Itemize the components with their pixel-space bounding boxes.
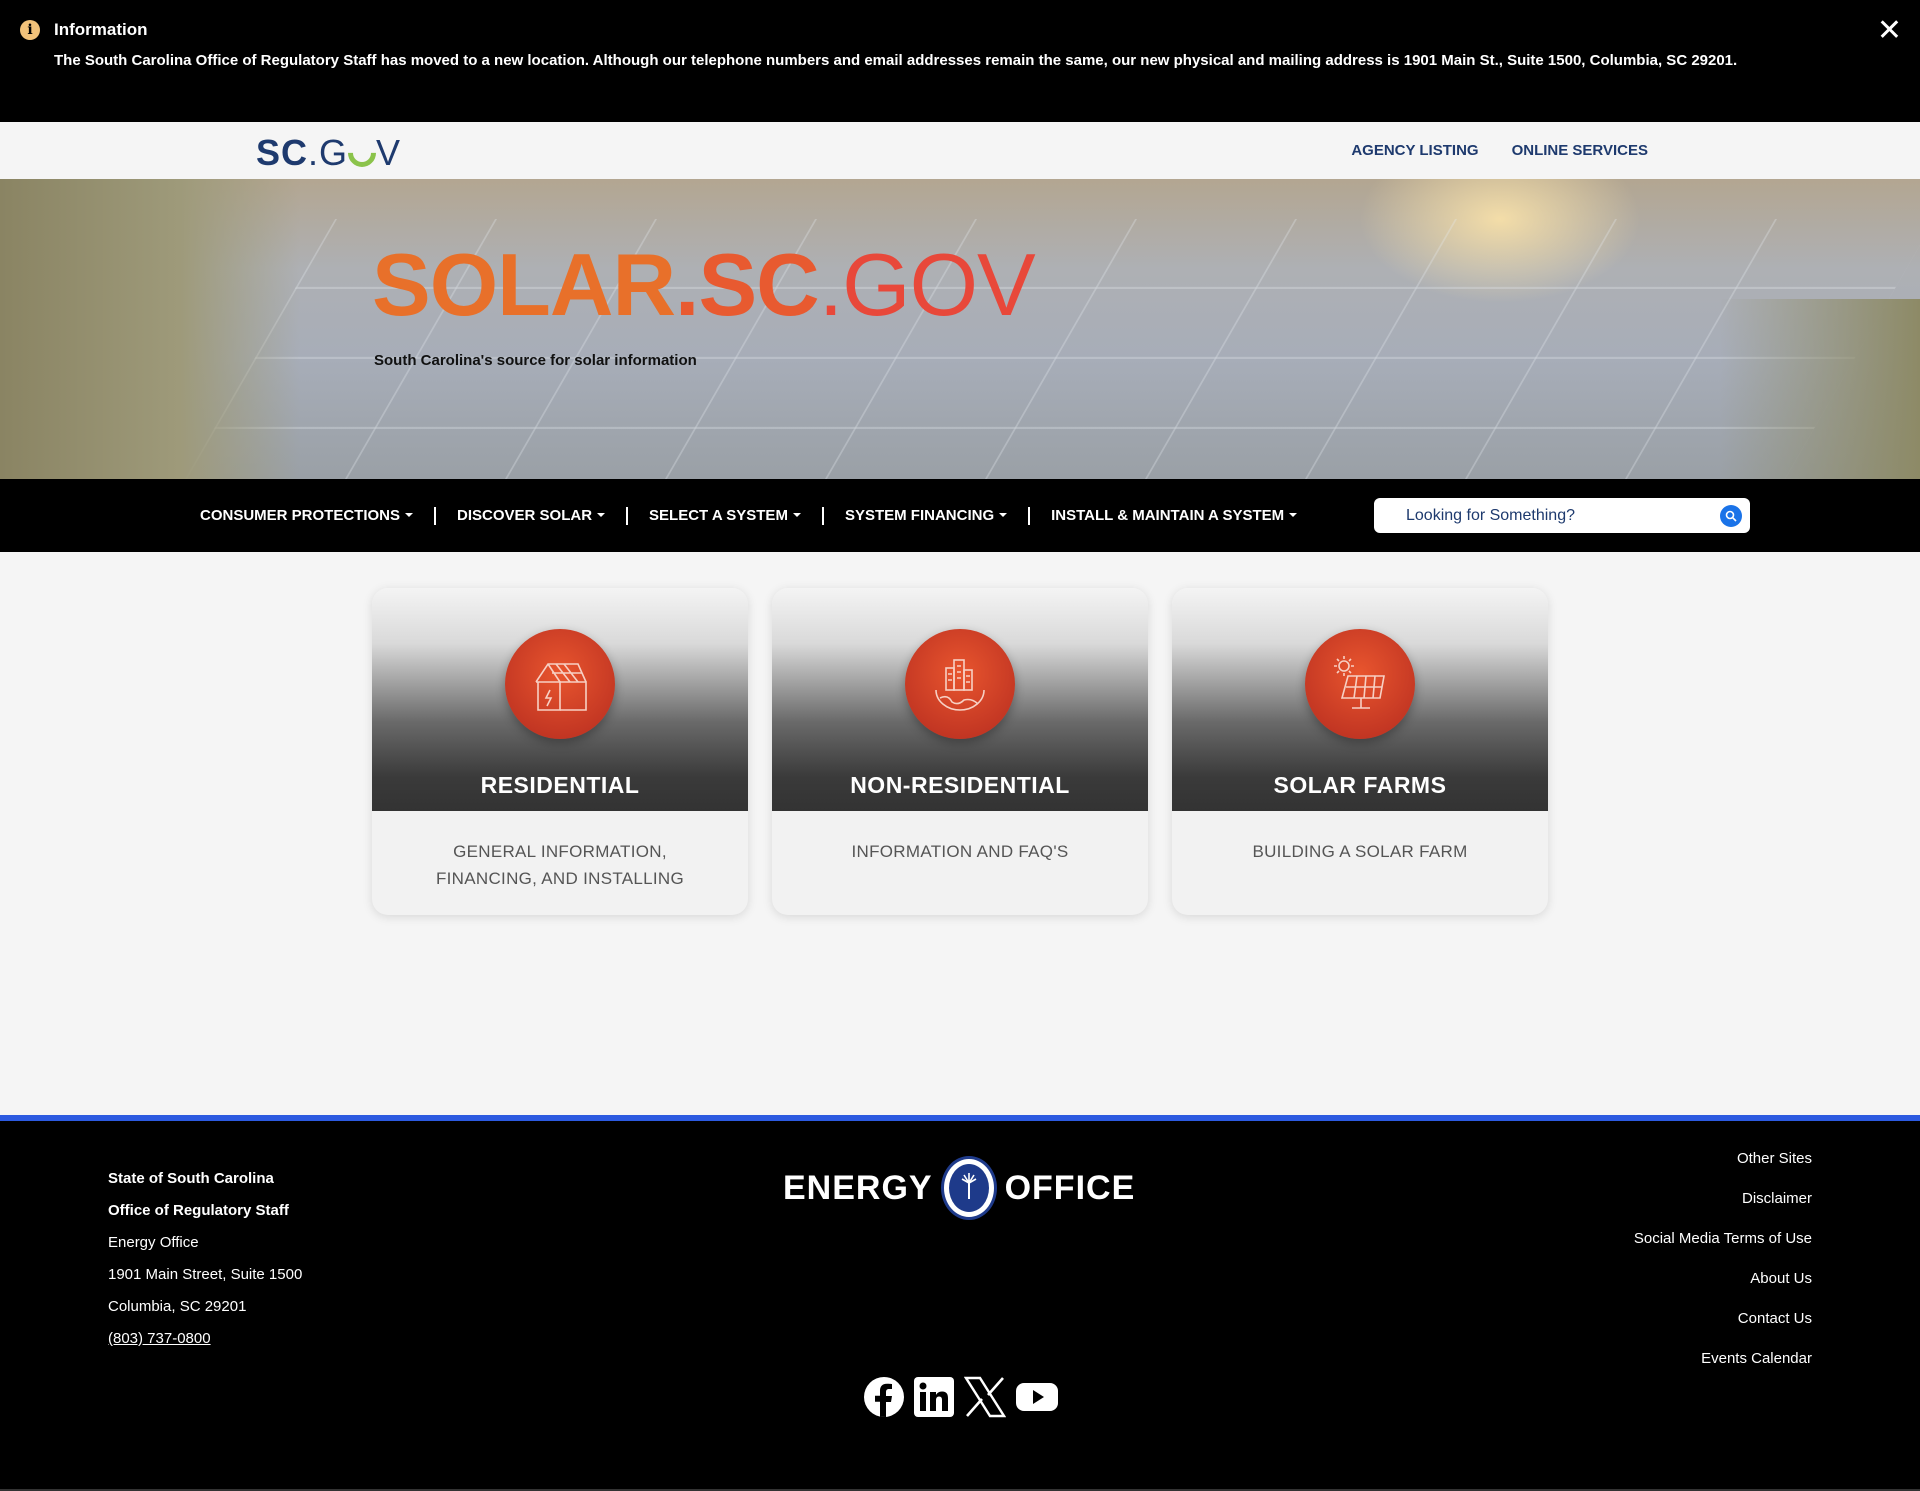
agency-listing-link[interactable]: AGENCY LISTING xyxy=(1351,142,1478,159)
search-button[interactable] xyxy=(1720,505,1742,527)
nav-label: INSTALL & MAINTAIN A SYSTEM xyxy=(1051,507,1285,524)
nav-select-a-system[interactable]: SELECT A SYSTEM xyxy=(649,507,801,524)
title-dot: . xyxy=(675,235,699,334)
footer-link-social-media-terms[interactable]: Social Media Terms of Use xyxy=(1634,1219,1812,1259)
card-residential[interactable]: RESIDENTIAL GENERAL INFORMATION, FINANCI… xyxy=(372,588,748,915)
footer-links: Other Sites Disclaimer Social Media Term… xyxy=(1634,1139,1812,1379)
card-solar-farms[interactable]: SOLAR FARMS BUILDING A SOLAR FARM xyxy=(1172,588,1548,915)
title-sc: SC xyxy=(698,235,819,334)
sc-gov-topbar: SC.G V AGENCY LISTING ONLINE SERVICES xyxy=(0,122,1920,179)
nav-label: DISCOVER SOLAR xyxy=(457,507,593,524)
logo-g: G xyxy=(319,132,349,173)
nav-items: CONSUMER PROTECTIONS DISCOVER SOLAR SELE… xyxy=(200,479,1298,552)
alert-message: The South Carolina Office of Regulatory … xyxy=(54,52,1738,69)
card-description: INFORMATION AND FAQ'S xyxy=(851,842,1069,861)
phone-link[interactable]: (803) 737-0800 xyxy=(108,1330,211,1347)
search-icon xyxy=(1725,510,1737,522)
nav-system-financing[interactable]: SYSTEM FINANCING xyxy=(844,507,1008,524)
energy-office-logo[interactable]: ENERGY OFFICE xyxy=(783,1156,1135,1220)
x-icon[interactable] xyxy=(964,1376,1006,1418)
footer-link-other-sites[interactable]: Other Sites xyxy=(1634,1139,1812,1179)
nav-label: SELECT A SYSTEM xyxy=(649,507,788,524)
nav-consumer-protections[interactable]: CONSUMER PROTECTIONS xyxy=(200,507,414,524)
site-title: SOLAR.SC.GOV xyxy=(372,234,1036,336)
logo-sc: SC xyxy=(256,132,309,173)
footer-link-disclaimer[interactable]: Disclaimer xyxy=(1634,1179,1812,1219)
card-non-residential[interactable]: NON-RESIDENTIAL INFORMATION AND FAQ'S xyxy=(772,588,1148,915)
address-state: State of South Carolina xyxy=(108,1170,274,1187)
address-department: Energy Office xyxy=(108,1234,199,1251)
footer: State of South Carolina Office of Regula… xyxy=(0,1115,1920,1491)
nav-discover-solar[interactable]: DISCOVER SOLAR xyxy=(457,507,606,524)
search-input[interactable] xyxy=(1406,498,1706,533)
hero-banner: SOLAR.SC.GOV South Carolina's source for… xyxy=(0,179,1920,479)
card-title: RESIDENTIAL xyxy=(480,772,640,798)
footer-link-events-calendar[interactable]: Events Calendar xyxy=(1634,1339,1812,1379)
facebook-icon[interactable] xyxy=(864,1377,904,1417)
city-globe-icon xyxy=(905,629,1015,739)
address-street: 1901 Main Street, Suite 1500 xyxy=(108,1266,303,1283)
nav-label: SYSTEM FINANCING xyxy=(844,507,995,524)
card-title: SOLAR FARMS xyxy=(1273,772,1447,798)
close-icon[interactable]: ✕ xyxy=(1877,16,1902,46)
logo-office: OFFICE xyxy=(1004,1168,1136,1207)
caret-down-icon xyxy=(405,513,414,517)
logo-dot: . xyxy=(308,132,320,173)
alert-title: Information xyxy=(54,20,148,39)
house-icon xyxy=(505,629,615,739)
footer-link-contact-us[interactable]: Contact Us xyxy=(1634,1299,1812,1339)
nav-divider xyxy=(626,506,629,525)
info-icon: i xyxy=(20,20,40,40)
logo-energy: ENERGY xyxy=(783,1168,933,1207)
nav-label: CONSUMER PROTECTIONS xyxy=(200,507,401,524)
title-solar: SOLAR xyxy=(372,235,676,334)
grass-left xyxy=(0,179,300,479)
nav-divider xyxy=(434,506,437,525)
footer-link-about-us[interactable]: About Us xyxy=(1634,1259,1812,1299)
caret-down-icon xyxy=(1289,513,1298,517)
grass-right xyxy=(1720,299,1920,479)
search-box xyxy=(1374,498,1750,533)
footer-address: State of South Carolina Office of Regula… xyxy=(108,1163,302,1355)
address-office: Office of Regulatory Staff xyxy=(108,1202,289,1219)
sc-gov-logo[interactable]: SC.G V xyxy=(256,132,401,174)
card-description: GENERAL INFORMATION, FINANCING, AND INST… xyxy=(435,842,685,888)
alert-banner: i Information The South Carolina Office … xyxy=(0,0,1920,122)
title-dot: . xyxy=(818,235,843,334)
title-gov: GOV xyxy=(842,235,1036,334)
nav-divider xyxy=(1028,506,1031,525)
caret-down-icon xyxy=(999,513,1008,517)
address-city: Columbia, SC 29201 xyxy=(108,1298,247,1315)
logo-v: V xyxy=(376,132,402,173)
card-description: BUILDING A SOLAR FARM xyxy=(1252,842,1468,861)
social-links xyxy=(864,1376,1058,1418)
ors-seal-icon xyxy=(940,1156,997,1220)
online-services-link[interactable]: ONLINE SERVICES xyxy=(1512,142,1648,159)
nav-divider xyxy=(821,506,824,525)
solar-panel-icon xyxy=(1305,629,1415,739)
caret-down-icon xyxy=(597,513,606,517)
nav-install-maintain[interactable]: INSTALL & MAINTAIN A SYSTEM xyxy=(1051,507,1298,524)
main-nav: CONSUMER PROTECTIONS DISCOVER SOLAR SELE… xyxy=(0,479,1920,552)
linkedin-icon[interactable] xyxy=(914,1377,954,1417)
caret-down-icon xyxy=(792,513,801,517)
youtube-icon[interactable] xyxy=(1016,1381,1058,1413)
card-title: NON-RESIDENTIAL xyxy=(850,772,1070,798)
site-tagline: South Carolina's source for solar inform… xyxy=(374,352,697,369)
top-links: AGENCY LISTING ONLINE SERVICES xyxy=(1351,142,1648,159)
